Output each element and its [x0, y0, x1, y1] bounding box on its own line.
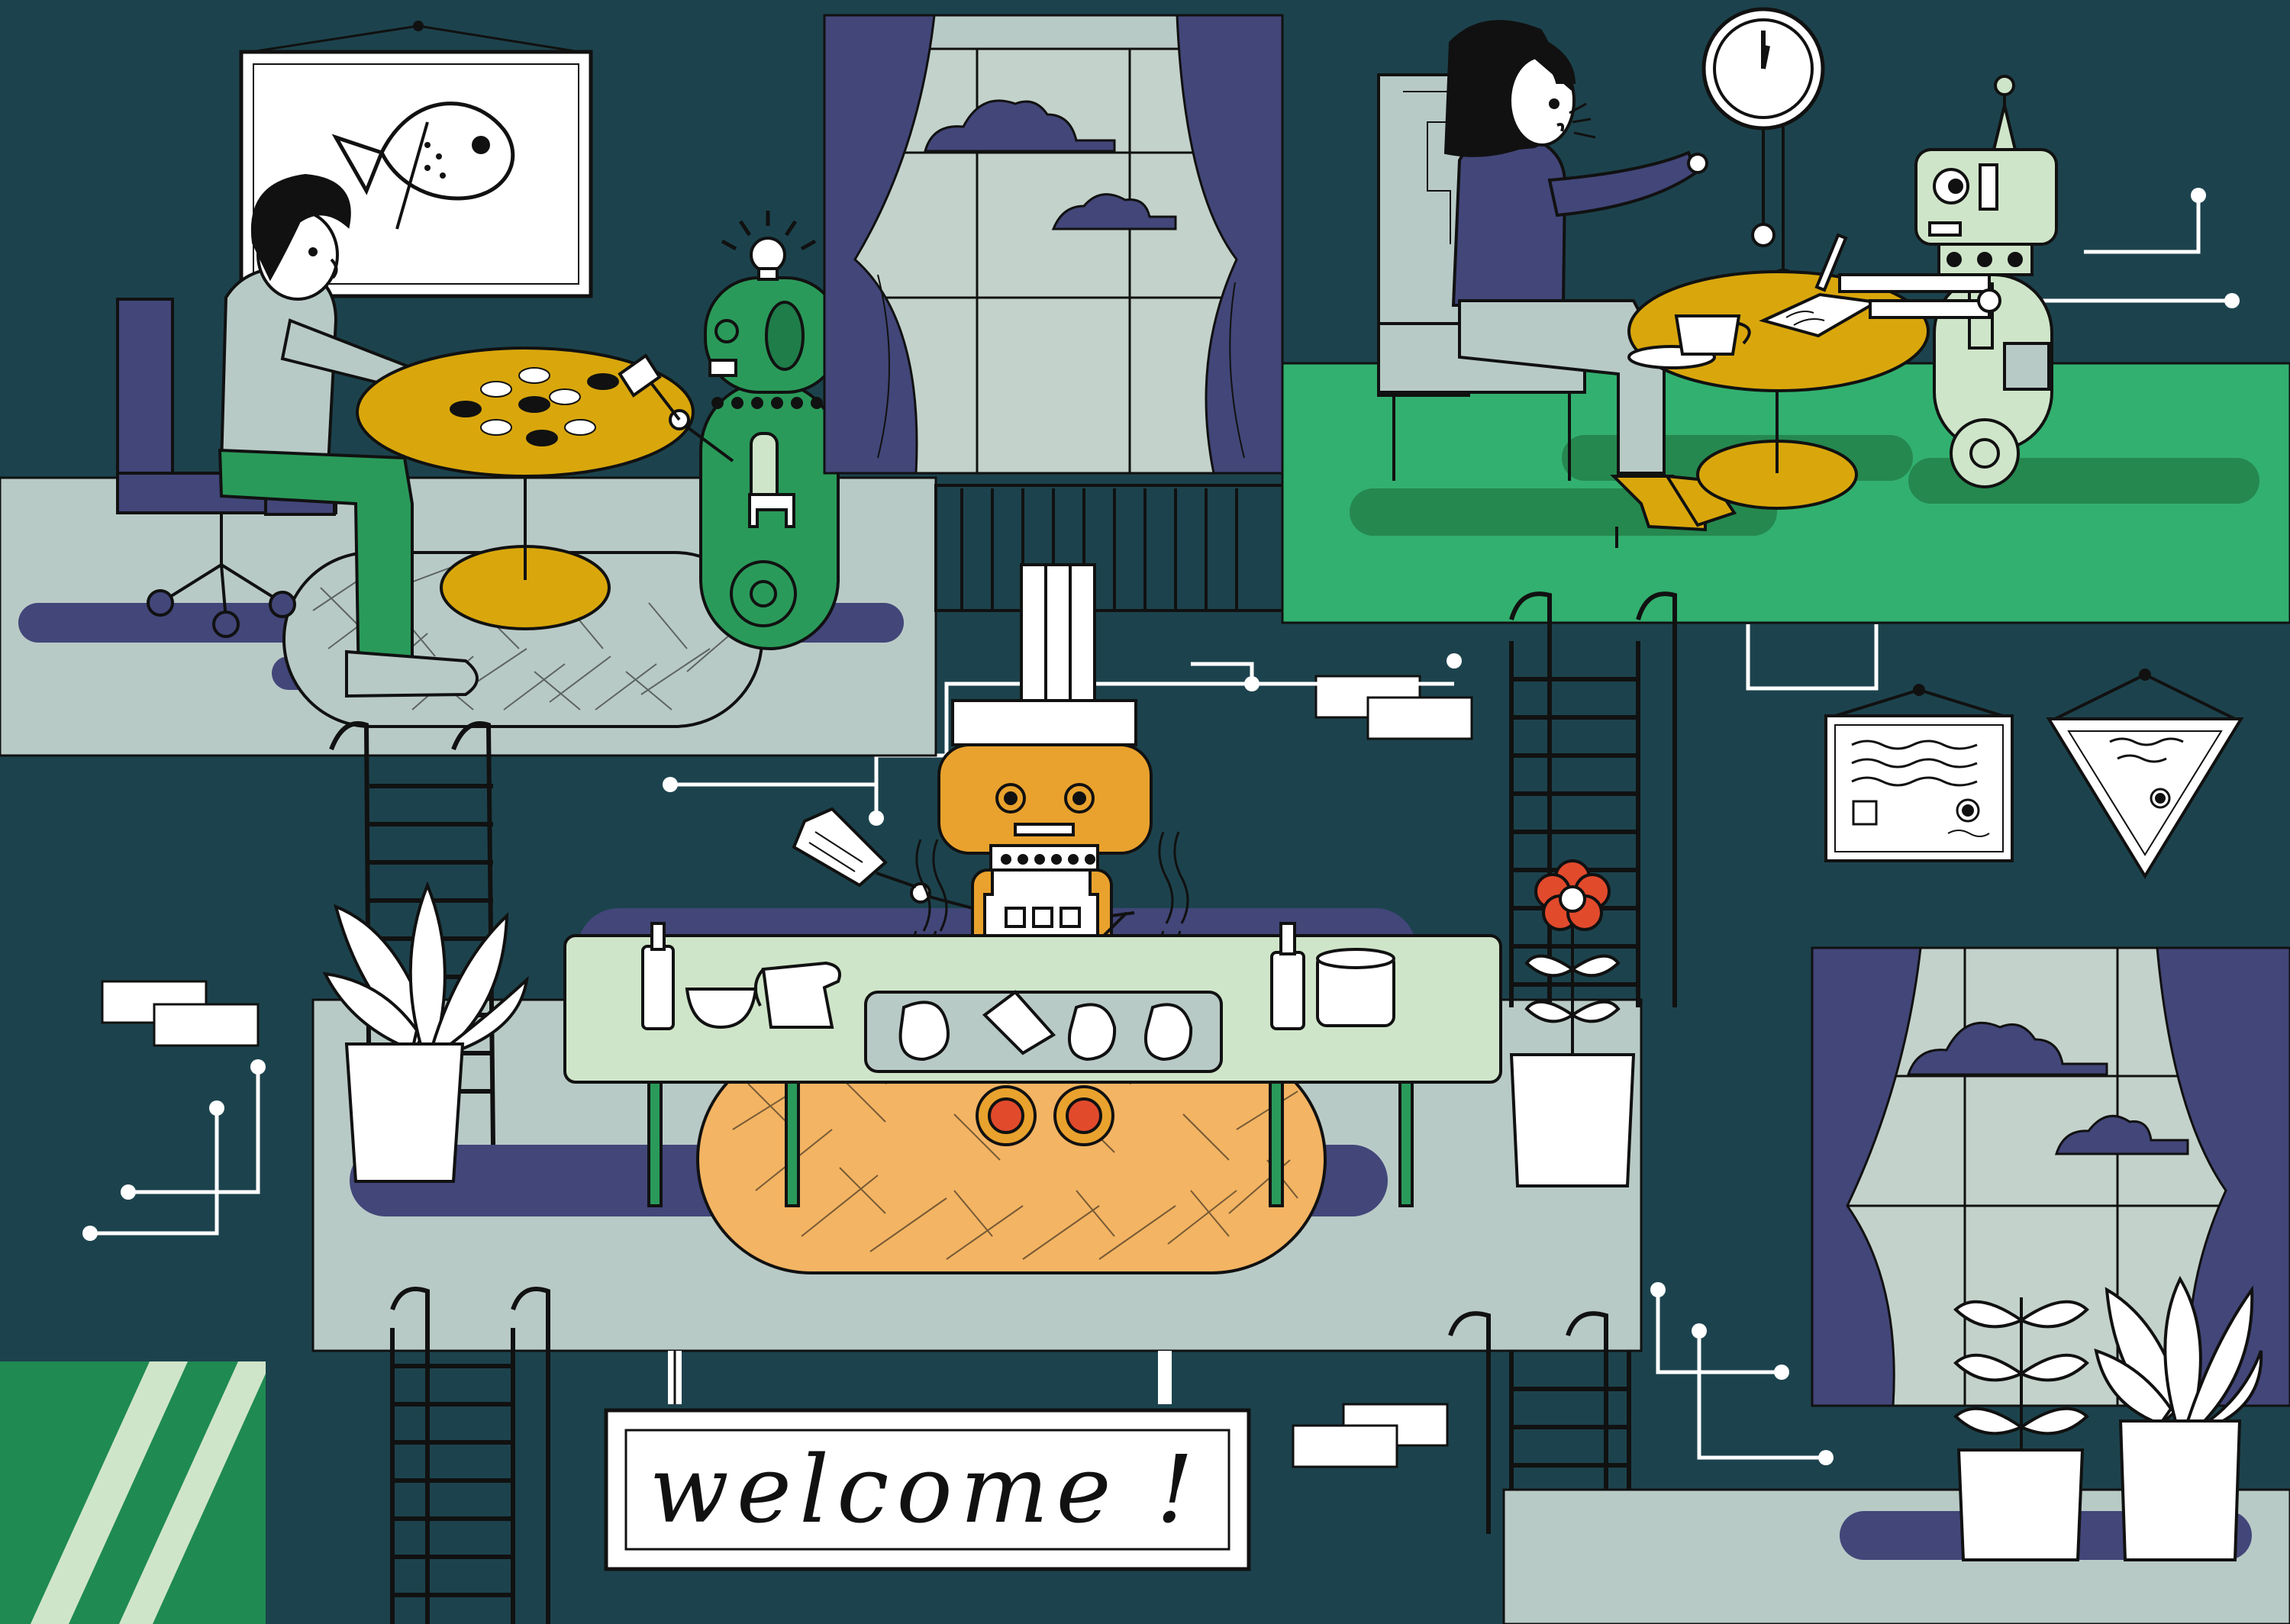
window-right — [1811, 946, 2290, 1407]
green-panel — [0, 1361, 266, 1624]
welcome-sign-text: welcome ! — [649, 1436, 1201, 1544]
illustration-scene — [0, 0, 2290, 1624]
railing — [934, 484, 1285, 612]
window-center — [823, 14, 1284, 475]
